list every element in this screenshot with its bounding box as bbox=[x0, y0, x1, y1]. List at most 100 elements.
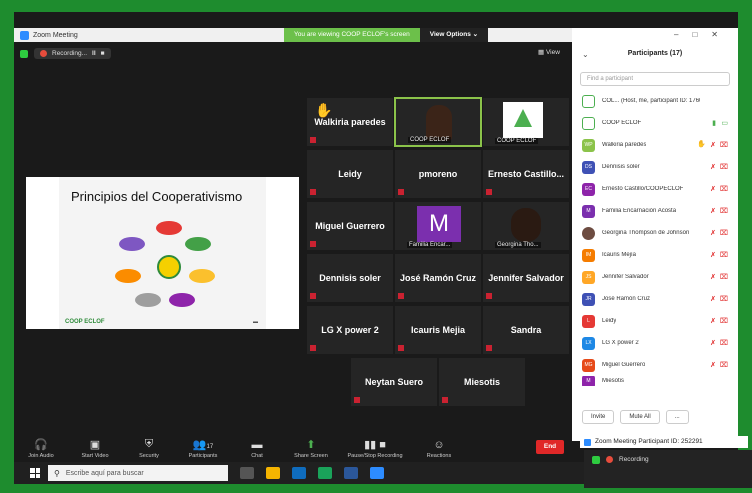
muted-mic-icon[interactable]: ✗ bbox=[710, 295, 716, 303]
participant-row[interactable]: IM Icauris Mejía ✗ ⌧ bbox=[572, 244, 738, 266]
end-meeting-button[interactable]: End bbox=[536, 440, 564, 454]
muted-mic-icon[interactable]: ✗ bbox=[710, 251, 716, 259]
video-tile-georgina[interactable]: Georgina Tho... bbox=[482, 201, 570, 251]
excel-icon[interactable] bbox=[318, 467, 332, 479]
muted-mic-icon[interactable]: ✗ bbox=[710, 339, 716, 347]
video-off-icon[interactable]: ⌧ bbox=[720, 361, 728, 369]
video-off-icon[interactable]: ⌧ bbox=[720, 163, 728, 171]
windows-start-icon[interactable] bbox=[30, 468, 40, 478]
reactions-button[interactable]: ☺ Reactions bbox=[412, 439, 466, 462]
muted-mic-icon[interactable]: ✗ bbox=[710, 207, 716, 215]
muted-mic-icon[interactable]: ✗ bbox=[710, 361, 716, 369]
video-off-icon[interactable]: ⌧ bbox=[720, 185, 728, 193]
muted-mic-icon[interactable]: ✗ bbox=[710, 141, 716, 149]
video-tile-sandra[interactable]: Sandra bbox=[482, 305, 570, 355]
invite-button[interactable]: Invite bbox=[582, 410, 615, 424]
participant-row[interactable]: JS Jennifer Salvador ✗ ⌧ bbox=[572, 266, 738, 288]
outlook-icon[interactable] bbox=[292, 467, 306, 479]
more-button[interactable]: ... bbox=[665, 410, 689, 424]
word-icon[interactable] bbox=[344, 467, 358, 479]
muted-mic-icon[interactable]: ✗ bbox=[710, 185, 716, 193]
video-tile-pmoreno[interactable]: pmoreno bbox=[394, 149, 482, 199]
recording-dot-icon bbox=[40, 50, 47, 57]
tile-name: Ernesto Castillo... bbox=[487, 169, 565, 179]
participant-row[interactable]: LX LG X power 2 ✗ ⌧ bbox=[572, 332, 738, 354]
video-off-icon[interactable]: ⌧ bbox=[720, 207, 728, 215]
video-tile-walkiria[interactable]: ✋ Walkiria paredes bbox=[306, 97, 394, 147]
participant-row[interactable]: M Miesotis bbox=[572, 376, 738, 386]
participant-row[interactable]: EC Ernesto Castillo/COOPECLOF ✗ ⌧ bbox=[572, 178, 738, 200]
pause-recording-button[interactable]: II bbox=[92, 50, 96, 57]
share-screen-button[interactable]: ⬆ Share Screen bbox=[284, 438, 338, 462]
participant-row[interactable]: JR José Ramón Cruz ✗ ⌧ bbox=[572, 288, 738, 310]
video-tile-jennifer[interactable]: Jennifer Salvador bbox=[482, 253, 570, 303]
tile-name: Icauris Mejia bbox=[410, 325, 466, 335]
zoom-window: Zoom Meeting You are viewing COOP ECLOF'… bbox=[14, 12, 738, 484]
find-participant-input[interactable]: Find a participant bbox=[580, 72, 730, 86]
view-options-button[interactable]: View Options ⌄ bbox=[419, 28, 489, 42]
wheel-petal bbox=[119, 237, 145, 251]
participants-icon: 👥17 bbox=[192, 439, 214, 451]
participant-video bbox=[426, 105, 452, 141]
taskbar-search[interactable]: ⚲ Escribe aquí para buscar bbox=[48, 465, 228, 481]
video-tile-coop-eclof-active[interactable]: COOP ECLOF bbox=[394, 97, 482, 147]
participant-row[interactable]: WP Walkiria paredes ✋ ✗ ⌧ bbox=[572, 134, 738, 156]
avatar bbox=[582, 94, 595, 108]
meeting-id-bar: Zoom Meeting Participant ID: 252291 bbox=[580, 436, 748, 448]
video-tile-neytan[interactable]: Neytan Suero bbox=[350, 357, 438, 407]
avatar: WP bbox=[582, 138, 595, 152]
participant-name: Miguel Guerrero bbox=[602, 362, 646, 368]
video-off-icon[interactable]: ⌧ bbox=[720, 339, 728, 347]
wheel-petal bbox=[156, 221, 182, 235]
security-button[interactable]: ⛨ Security bbox=[122, 438, 176, 462]
start-video-button[interactable]: ▣ Start Video bbox=[68, 438, 122, 462]
video-tile-dennisis[interactable]: Dennisis soler bbox=[306, 253, 394, 303]
zoom-taskbar-icon[interactable] bbox=[370, 467, 384, 479]
mic-on-icon[interactable]: ▮ bbox=[712, 119, 716, 127]
window-controls[interactable]: –□✕ bbox=[674, 30, 732, 39]
participant-row[interactable]: COOP ECLOF ▮ ▭ bbox=[572, 112, 738, 134]
video-off-icon[interactable]: ⌧ bbox=[720, 251, 728, 259]
video-tile-familia[interactable]: M Familia Encar... bbox=[394, 201, 482, 251]
video-off-icon[interactable]: ⌧ bbox=[720, 317, 728, 325]
participants-label: Participants bbox=[188, 453, 218, 459]
task-view-icon[interactable] bbox=[240, 467, 254, 479]
mute-all-button[interactable]: Mute All bbox=[620, 410, 660, 424]
tile-name: pmoreno bbox=[418, 169, 458, 179]
chat-button[interactable]: ▬ Chat bbox=[230, 439, 284, 462]
muted-mic-icon[interactable]: ✗ bbox=[710, 163, 716, 171]
participant-row[interactable]: L Leidy ✗ ⌧ bbox=[572, 310, 738, 332]
video-on-icon[interactable]: ▭ bbox=[721, 119, 728, 127]
tile-caption: Familia Encar... bbox=[407, 242, 453, 248]
video-tile-icauris[interactable]: Icauris Mejia bbox=[394, 305, 482, 355]
pause-stop-recording-button[interactable]: ▮▮ ■ Pause/Stop Recording bbox=[338, 438, 412, 462]
participant-row[interactable]: COL... (Host, me, participant ID: 176000… bbox=[572, 90, 738, 112]
participants-button[interactable]: 👥17 Participants bbox=[176, 438, 230, 462]
stop-recording-button[interactable]: ■ bbox=[101, 50, 105, 57]
avatar-initial: M bbox=[417, 206, 461, 242]
video-tile-coop-eclof-logo[interactable]: COOP ECLOF bbox=[482, 97, 570, 147]
video-tile-miesotis[interactable]: Miesotis bbox=[438, 357, 526, 407]
video-tile-jose-ramon[interactable]: José Ramón Cruz bbox=[394, 253, 482, 303]
headphones-icon: 🎧 bbox=[34, 439, 48, 451]
participant-row[interactable]: DS Dennisis soler ✗ ⌧ bbox=[572, 156, 738, 178]
wheel-petal bbox=[185, 237, 211, 251]
video-tile-miguel[interactable]: Miguel Guerrero bbox=[306, 201, 394, 251]
video-tile-leidy[interactable]: Leidy bbox=[306, 149, 394, 199]
muted-mic-icon[interactable]: ✗ bbox=[710, 273, 716, 281]
participant-row[interactable]: M Familia Encarnación Acosta ✗ ⌧ bbox=[572, 200, 738, 222]
video-tile-lg-x-power[interactable]: LG X power 2 bbox=[306, 305, 394, 355]
participant-row[interactable]: Georgina Thompson de Johnson ✗ ⌧ bbox=[572, 222, 738, 244]
muted-mic-icon[interactable]: ✗ bbox=[710, 317, 716, 325]
video-off-icon[interactable]: ⌧ bbox=[720, 295, 728, 303]
video-off-icon[interactable]: ⌧ bbox=[720, 273, 728, 281]
view-button[interactable]: ▦ View bbox=[538, 48, 560, 56]
file-explorer-icon[interactable] bbox=[266, 467, 280, 479]
video-off-icon[interactable]: ⌧ bbox=[720, 229, 728, 237]
video-off-icon[interactable]: ⌧ bbox=[720, 141, 728, 149]
slide: Principios del Cooperativismo COOP ECLOF… bbox=[59, 177, 266, 329]
join-audio-button[interactable]: 🎧 Join Audio bbox=[14, 438, 68, 462]
video-tile-ernesto[interactable]: Ernesto Castillo... bbox=[482, 149, 570, 199]
participant-row[interactable]: MG Miguel Guerrero ✗ ⌧ bbox=[572, 354, 738, 376]
muted-mic-icon[interactable]: ✗ bbox=[710, 229, 716, 237]
